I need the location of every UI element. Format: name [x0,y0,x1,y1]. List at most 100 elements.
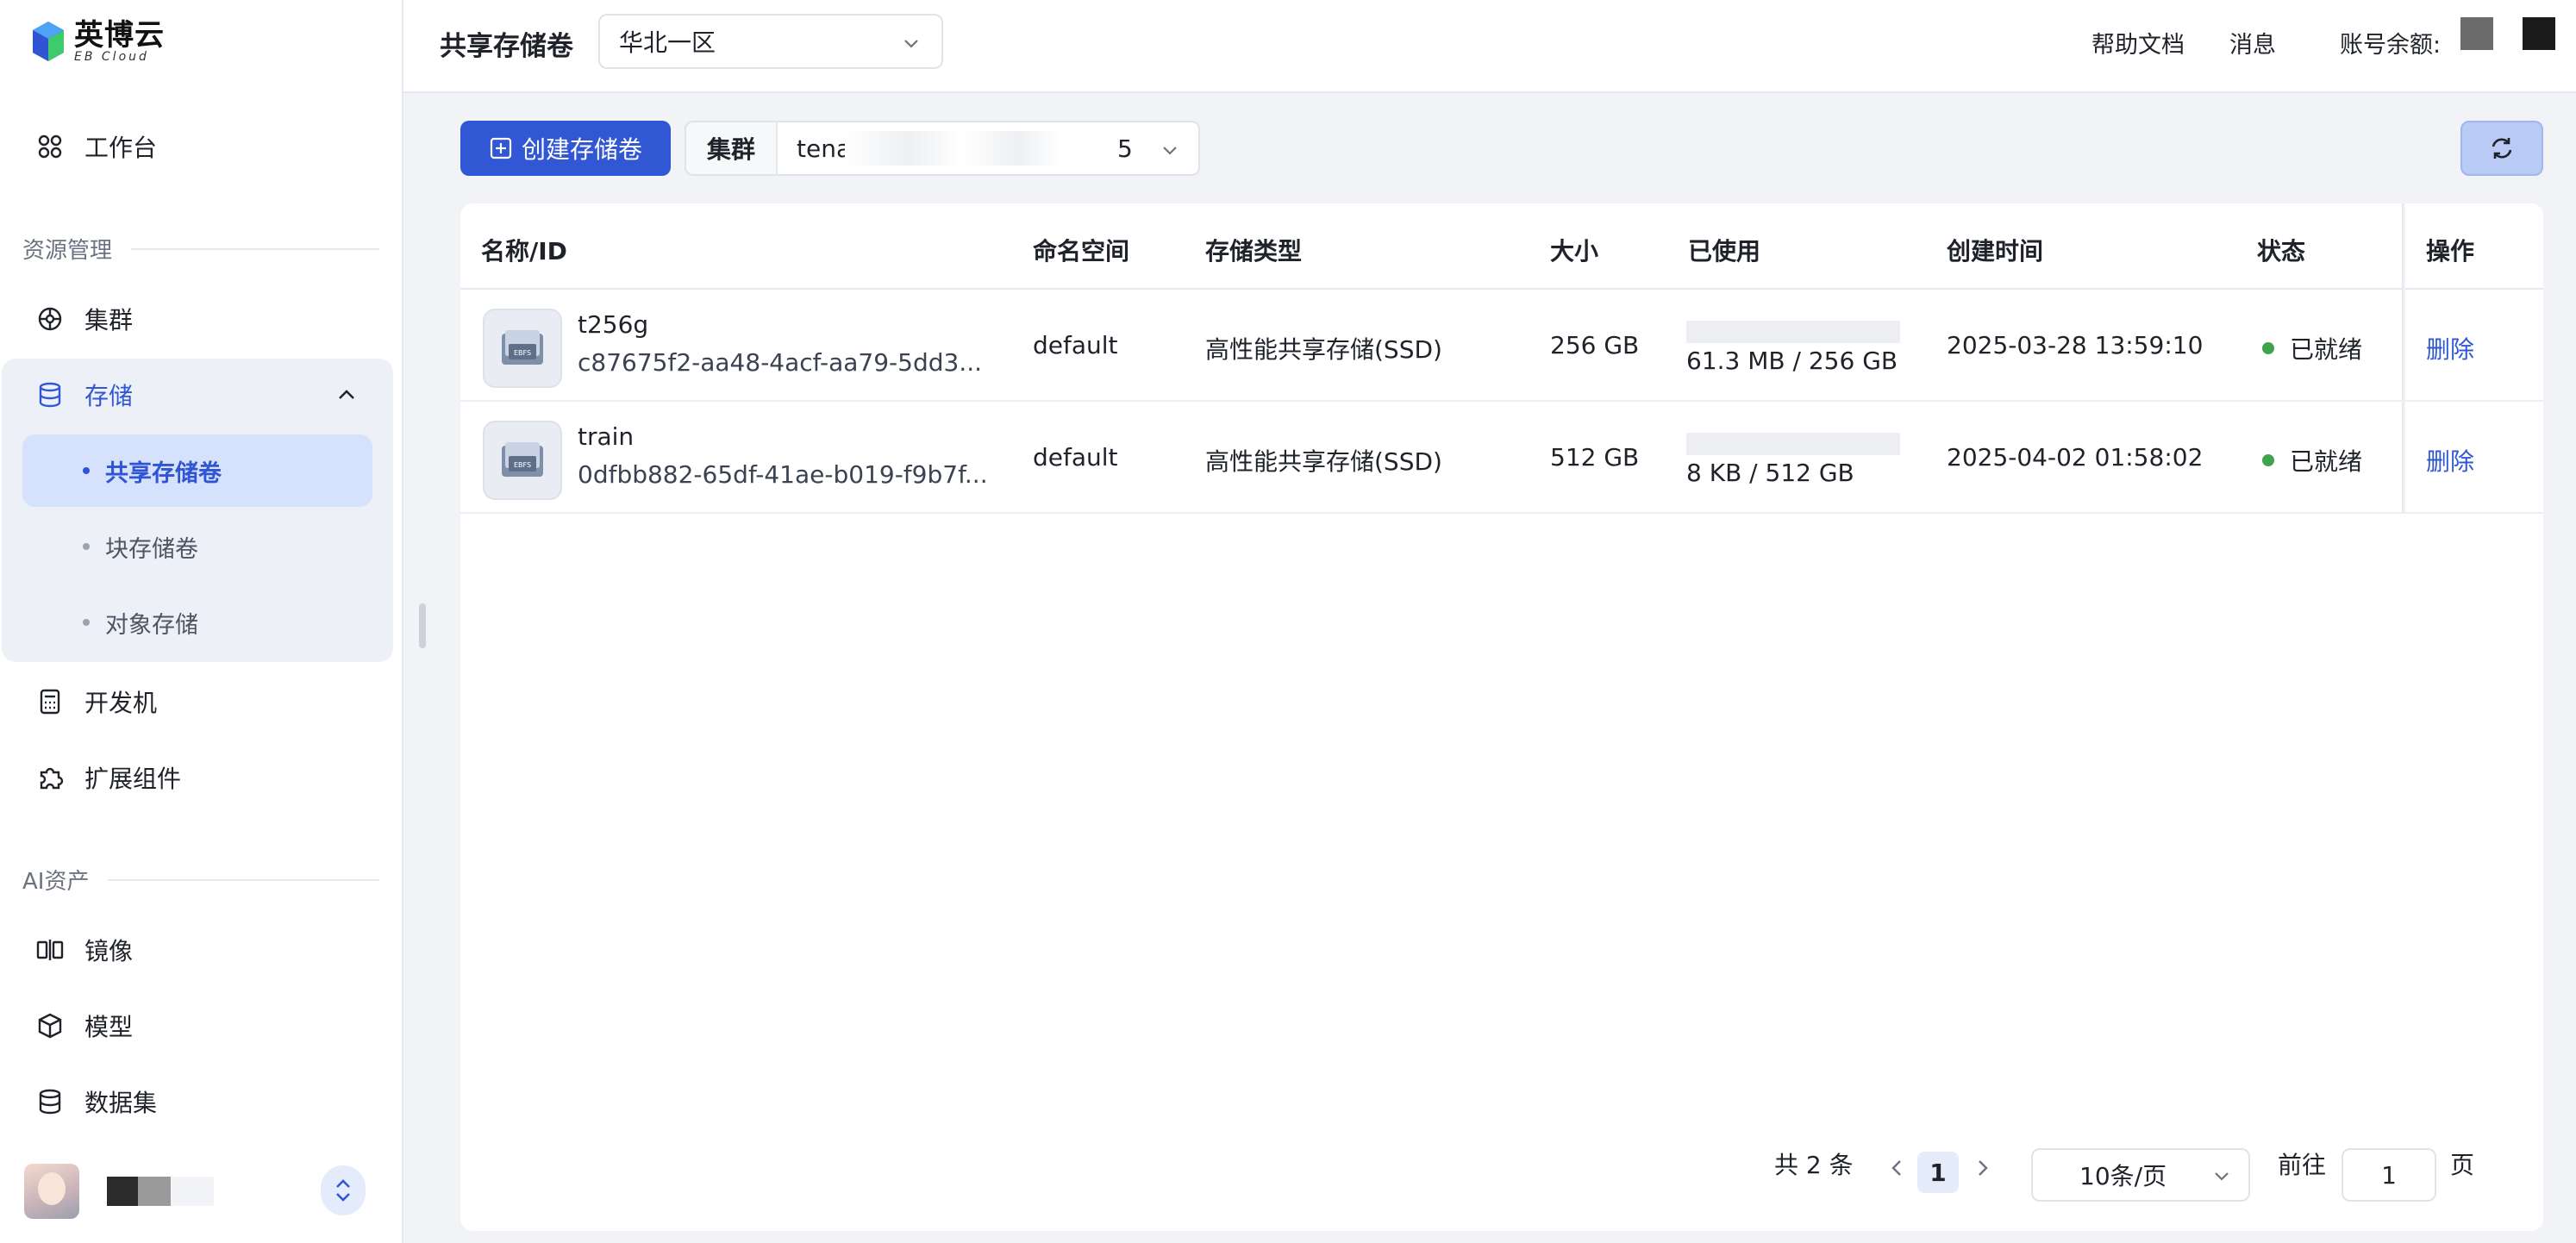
status-dot-icon [2262,342,2274,354]
bullet-icon [83,619,90,626]
storage-type-cell: 高性能共享存储(SSD) [1205,335,1442,364]
namespace-cell: default [1033,331,1118,359]
status-badge: 已就绪 [2262,331,2362,365]
usage-text: 8 KB / 512 GB [1686,459,1854,487]
sidebar-item-label: 对象存储 [105,611,198,639]
logo[interactable]: 英博云 EB Cloud [31,17,165,66]
sidebar-item-workbench[interactable]: 工作台 [0,114,403,179]
size-cell: 512 GB [1550,443,1640,472]
account-switcher-button[interactable] [321,1165,366,1215]
mirror-icon [34,934,66,965]
sidebar-item-label: 扩展组件 [84,765,182,793]
sidebar-item-label: 模型 [84,1013,134,1041]
cluster-select-value: tenant- 5 [797,130,1133,166]
sidebar: 英博云 EB Cloud 工作台 资源管理 集群 存储 共享存储卷 块存储卷 对… [0,0,403,1243]
volume-name[interactable]: t256g [578,310,648,339]
helm-icon [34,303,66,334]
volume-id: 0dfbb882-65df-41ae-b019-f9b7f... [578,460,988,489]
sidebar-item-label: 数据集 [84,1089,158,1117]
column-header: 大小 [1550,237,1599,265]
create-volume-label: 创建存储卷 [521,135,642,164]
svg-text:EBFS: EBFS [514,461,531,469]
volume-name[interactable]: train [578,422,634,451]
usage-progress-bar [1686,433,1900,455]
page-number-current[interactable]: 1 [1917,1152,1959,1193]
column-header: 存储类型 [1205,237,1303,265]
created-time-cell: 2025-03-28 13:59:10 [1947,331,2204,359]
avatar[interactable] [24,1164,79,1219]
balance-value-redacted [2460,17,2493,50]
storage-type-cell: 高性能共享存储(SSD) [1205,447,1442,476]
sidebar-item-label: 存储 [84,382,134,410]
created-time-cell: 2025-04-02 01:58:02 [1947,443,2204,472]
sidebar-item-block-volumes[interactable]: 块存储卷 [22,510,372,583]
status-text: 已就绪 [2290,447,2363,476]
usage-progress-bar [1686,321,1900,343]
sidebar-item-object-storage[interactable]: 对象存储 [22,586,372,659]
table-row[interactable]: EBFS train 0dfbb882-65df-41ae-b019-f9b7f… [460,402,2543,514]
column-header: 状态 [2257,237,2306,265]
delete-button[interactable]: 删除 [2426,331,2474,365]
sidebar-item-label: 工作台 [84,134,158,162]
messages-link[interactable]: 消息 [2229,26,2276,59]
section-label-text: 资源管理 [22,238,113,264]
help-docs-link[interactable]: 帮助文档 [2091,26,2185,59]
delete-button[interactable]: 删除 [2426,443,2474,478]
balance-action-redacted[interactable] [2523,17,2555,50]
user-menu[interactable] [24,1157,378,1226]
prev-page-button[interactable] [1886,1155,1907,1187]
sidebar-item-label: 共享存储卷 [105,459,222,487]
sidebar-item-label: 开发机 [84,689,158,717]
volumes-table: 名称/ID 命名空间 存储类型 大小 已使用 创建时间 状态 操作 EBFS t… [460,203,2543,1231]
svg-text:EBFS: EBFS [514,349,531,357]
sidebar-item-dataset[interactable]: 数据集 [0,1069,403,1134]
table-row[interactable]: EBFS t256g c87675f2-aa48-4acf-aa79-5dd3.… [460,290,2543,402]
namespace-cell: default [1033,443,1118,472]
chevron-up-down-icon [336,1179,350,1202]
database-icon [34,379,66,410]
page-size-select[interactable]: 10条/页 [2031,1148,2250,1202]
status-text: 已就绪 [2290,335,2363,364]
user-name-redacted [107,1177,214,1206]
volume-thumbnail-icon: EBFS [483,309,562,388]
create-volume-button[interactable]: 创建存储卷 [460,121,671,176]
top-bar: 共享存储卷 华北一区 帮助文档 消息 账号余额: [403,0,2576,93]
sidebar-item-label: 集群 [84,306,134,334]
sidebar-resize-handle[interactable] [419,603,426,648]
refresh-icon [2492,138,2512,159]
goto-page-input[interactable] [2342,1148,2436,1202]
cluster-select[interactable]: 集群 tenant- 5 [685,121,1200,176]
calculator-icon [34,686,66,717]
region-select[interactable]: 华北一区 [598,14,943,69]
chevron-down-icon [900,33,922,61]
column-header: 已使用 [1688,237,1761,265]
goto-label: 前往 [2278,1151,2327,1179]
page-unit-label: 页 [2450,1151,2475,1179]
status-badge: 已就绪 [2262,443,2362,478]
sidebar-item-extensions[interactable]: 扩展组件 [0,745,403,810]
logo-subname: EB Cloud [74,50,149,64]
column-header: 操作 [2426,237,2475,265]
sidebar-item-label: 镜像 [84,937,134,965]
sidebar-item-storage[interactable]: 存储 [0,359,393,431]
cube-icon [34,1010,66,1041]
sidebar-item-shared-volumes[interactable]: 共享存储卷 [22,434,372,507]
refresh-button[interactable] [2460,121,2543,176]
balance-label: 账号余额: [2340,32,2442,59]
sidebar-item-devbox[interactable]: 开发机 [0,669,403,734]
section-label-ai: AI资产 [22,864,379,896]
chevron-down-icon [1159,140,1181,166]
sidebar-item-cluster[interactable]: 集群 [0,286,403,352]
puzzle-icon [34,762,66,793]
chevron-up-icon[interactable] [335,383,359,413]
column-header: 命名空间 [1033,237,1130,265]
section-label-text: AI资产 [22,869,90,895]
page-title: 共享存储卷 [440,31,573,62]
next-page-button[interactable] [1973,1155,1993,1187]
cluster-value-suffix: 5 [1116,134,1133,163]
sidebar-item-model[interactable]: 模型 [0,993,403,1059]
volume-id: c87675f2-aa48-4acf-aa79-5dd3... [578,348,983,377]
sidebar-item-image[interactable]: 镜像 [0,917,403,983]
chevron-left-icon [1891,1160,1901,1176]
logo-name: 英博云 [74,18,165,53]
